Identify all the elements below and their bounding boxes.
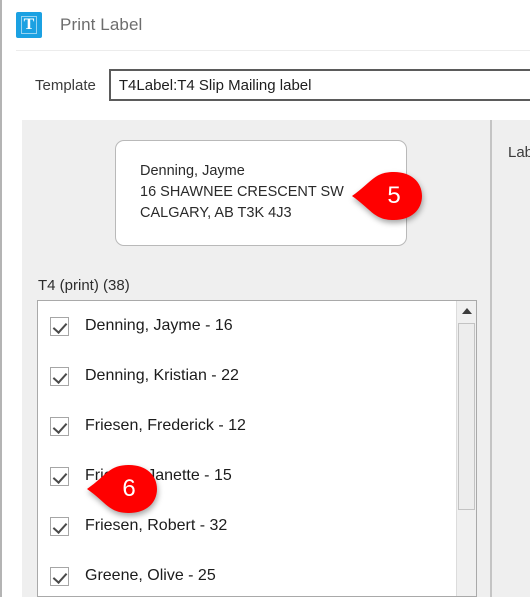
list-item-checkbox[interactable] [50,516,69,536]
list-item-label: Friesen, Frederick - 12 [85,417,246,434]
app-t-icon [16,12,42,38]
list-item-label: Greene, Olive - 25 [85,567,216,584]
list-scrollbar[interactable] [456,301,476,596]
right-panel: Lab [492,120,530,597]
list-item-checkbox[interactable] [50,416,69,436]
list-item-checkbox[interactable] [50,466,69,486]
recipient-list: Denning, Jayme - 16 Denning, Kristian - 2… [38,301,456,596]
scroll-up-button[interactable] [457,301,476,320]
template-row: Template [2,68,530,102]
list-caption: T4 (print) (38) [38,277,130,294]
callout-marker-6: 6 [85,463,159,515]
address-name: Denning, Jayme [140,163,245,179]
address-street: 16 SHAWNEE CRESCENT SW [140,184,344,200]
list-item[interactable]: Denning, Kristian - 22 [38,351,456,401]
list-item[interactable]: Friesen, Frederick - 12 [38,401,456,451]
list-item-checkbox[interactable] [50,566,69,586]
title-separator [16,50,530,51]
callout-marker-6-number: 6 [122,475,136,502]
callout-marker-5: 5 [350,170,424,222]
right-panel-title: Lab [508,144,530,161]
template-input[interactable] [108,69,530,101]
print-label-window: Print Label Template Lab Denning, Jayme … [0,0,530,597]
template-label: Template [35,76,96,94]
window-title: Print Label [60,15,143,34]
list-item-label: Denning, Kristian - 22 [85,367,239,384]
list-item-label: Denning, Jayme - 16 [85,317,233,334]
list-item-checkbox[interactable] [50,366,69,386]
address-lines: Denning, Jayme 16 SHAWNEE CRESCENT SW CA… [140,161,344,224]
scrollbar-thumb[interactable] [458,323,475,510]
callout-marker-5-number: 5 [387,182,401,209]
recipient-listbox[interactable]: Denning, Jayme - 16 Denning, Kristian - 2… [37,300,477,597]
triangle-up-icon [461,307,472,314]
list-item-checkbox[interactable] [50,316,69,336]
address-city: CALGARY, AB T3K 4J3 [140,205,292,221]
list-item-label: Friesen, Robert - 32 [85,517,228,534]
title-bar: Print Label [2,0,530,50]
list-item[interactable]: Denning, Jayme - 16 [38,301,456,351]
list-item[interactable]: Greene, Olive - 25 [38,551,456,596]
